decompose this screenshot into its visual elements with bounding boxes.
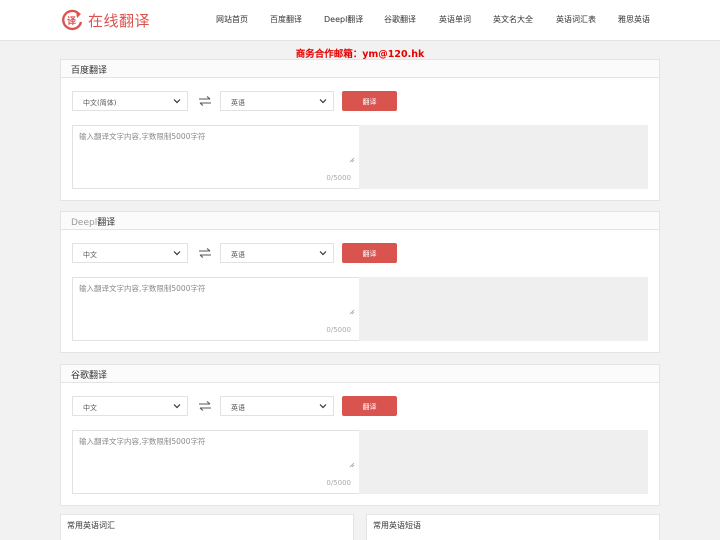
panel-title: 谷歌翻译	[71, 371, 108, 381]
source-language-value: 中文	[83, 404, 97, 412]
target-language-select[interactable]: 英语	[220, 396, 334, 416]
translate-button[interactable]: 翻译	[342, 243, 397, 263]
source-text-input[interactable]: 输入翻译文字内容,字数限制5000字符 0/5000	[72, 430, 360, 494]
translate-button[interactable]: 翻译	[342, 91, 397, 111]
chevron-down-icon	[319, 404, 327, 409]
deepl-translate-panel: Deepl翻译 中文 英语 翻译 输入翻译文字内容,字数限制5000字符 0/5…	[60, 211, 660, 353]
nav-deepl-translate[interactable]: Deepl翻译	[324, 14, 363, 25]
nav-english-names[interactable]: 英文名大全	[493, 14, 533, 25]
nav-vocabulary-list[interactable]: 英语词汇表	[556, 14, 596, 25]
chevron-down-icon	[173, 404, 181, 409]
translation-output	[359, 125, 648, 189]
source-text-input[interactable]: 输入翻译文字内容,字数限制5000字符 0/5000	[72, 277, 360, 341]
common-phrases-card: 常用英语短语	[366, 514, 660, 540]
top-header: 译 在线翻译 网站首页 百度翻译 Deepl翻译 谷歌翻译 英语单词 英文名大全…	[0, 0, 720, 41]
character-counter: 0/5000	[326, 326, 351, 334]
source-text-placeholder: 输入翻译文字内容,字数限制5000字符	[79, 132, 206, 141]
nav-baidu-translate[interactable]: 百度翻译	[270, 14, 302, 25]
main-nav: 网站首页 百度翻译 Deepl翻译 谷歌翻译 英语单词 英文名大全 英语词汇表 …	[0, 14, 720, 28]
baidu-translate-panel: 百度翻译 中文(简体) 英语 翻译 输入翻译文字内容,字数限制5000字符 0/…	[60, 59, 660, 201]
chevron-down-icon	[319, 99, 327, 104]
google-translate-panel: 谷歌翻译 中文 英语 翻译 输入翻译文字内容,字数限制5000字符 0/5000	[60, 364, 660, 506]
panel-header: Deepl翻译	[61, 212, 659, 230]
swap-arrows-icon[interactable]	[198, 96, 212, 106]
source-language-select[interactable]: 中文	[72, 243, 188, 263]
panel-title: Deepl翻译	[71, 218, 116, 228]
target-language-select[interactable]: 英语	[220, 243, 334, 263]
translation-output	[359, 430, 648, 494]
translation-output	[359, 277, 648, 341]
panel-header: 百度翻译	[61, 60, 659, 78]
swap-arrows-icon[interactable]	[198, 401, 212, 411]
business-email-notice: 商务合作邮箱：ym@120.hk	[295, 49, 425, 60]
panel-header: 谷歌翻译	[61, 365, 659, 383]
card-title[interactable]: 常用英语短语	[373, 520, 421, 531]
source-text-placeholder: 输入翻译文字内容,字数限制5000字符	[79, 284, 206, 293]
chevron-down-icon	[319, 251, 327, 256]
source-language-select[interactable]: 中文	[72, 396, 188, 416]
source-language-value: 中文(简体)	[83, 99, 117, 107]
source-language-select[interactable]: 中文(简体)	[72, 91, 188, 111]
chevron-down-icon	[173, 251, 181, 256]
character-counter: 0/5000	[326, 479, 351, 487]
target-language-value: 英语	[231, 99, 245, 107]
target-language-value: 英语	[231, 404, 245, 412]
nav-english-words[interactable]: 英语单词	[439, 14, 471, 25]
chevron-down-icon	[173, 99, 181, 104]
translate-button[interactable]: 翻译	[342, 396, 397, 416]
nav-ielts-english[interactable]: 雅思英语	[618, 14, 650, 25]
card-title[interactable]: 常用英语词汇	[67, 520, 115, 531]
panel-title: 百度翻译	[71, 66, 108, 76]
swap-arrows-icon[interactable]	[198, 248, 212, 258]
source-text-input[interactable]: 输入翻译文字内容,字数限制5000字符 0/5000	[72, 125, 360, 189]
character-counter: 0/5000	[326, 174, 351, 182]
source-language-value: 中文	[83, 251, 97, 259]
nav-home[interactable]: 网站首页	[216, 14, 248, 25]
common-vocabulary-card: 常用英语词汇	[60, 514, 354, 540]
resize-grip-icon[interactable]	[349, 309, 355, 315]
resize-grip-icon[interactable]	[349, 462, 355, 468]
target-language-select[interactable]: 英语	[220, 91, 334, 111]
target-language-value: 英语	[231, 251, 245, 259]
source-text-placeholder: 输入翻译文字内容,字数限制5000字符	[79, 437, 206, 446]
resize-grip-icon[interactable]	[349, 157, 355, 163]
nav-google-translate[interactable]: 谷歌翻译	[384, 14, 416, 25]
